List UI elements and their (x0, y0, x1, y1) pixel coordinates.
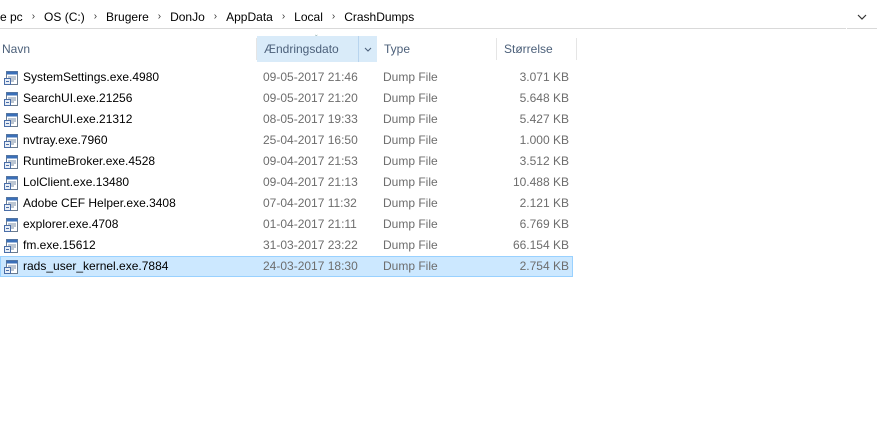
file-type: Dump File (383, 154, 438, 168)
file-name: RuntimeBroker.exe.4528 (23, 154, 156, 168)
chevron-down-icon (364, 47, 372, 52)
sort-ascending-icon: ˇ (315, 34, 318, 43)
dump-file-icon (4, 260, 18, 274)
file-size: 10.488 KB (512, 175, 569, 189)
file-row[interactable]: SearchUI.exe.21256 09-05-2017 21:20 Dump… (0, 88, 573, 109)
file-name: SearchUI.exe.21256 (23, 91, 133, 105)
file-size: 5.427 KB (519, 112, 569, 126)
column-filter-dropdown-button[interactable] (358, 36, 377, 62)
breadcrumb-separator-icon[interactable]: › (332, 11, 344, 22)
file-name: nvtray.exe.7960 (23, 133, 108, 147)
file-name: explorer.exe.4708 (23, 217, 119, 231)
file-row[interactable]: SearchUI.exe.21312 08-05-2017 19:33 Dump… (0, 109, 573, 130)
column-resize-handle[interactable] (576, 38, 577, 60)
file-type: Dump File (383, 91, 438, 105)
file-modified-date: 09-04-2017 21:53 (263, 154, 358, 168)
file-size: 3.512 KB (519, 154, 569, 168)
file-type: Dump File (383, 175, 438, 189)
dump-file-icon (4, 218, 18, 232)
file-modified-date: 31-03-2017 23:22 (263, 238, 358, 252)
file-modified-date: 09-05-2017 21:20 (263, 91, 358, 105)
file-type: Dump File (383, 196, 438, 210)
file-size: 2.121 KB (519, 196, 569, 210)
file-modified-date: 24-03-2017 18:30 (263, 259, 358, 273)
breadcrumb-item-crashdumps[interactable]: CrashDumps (344, 10, 423, 24)
file-size: 1.000 KB (519, 133, 569, 147)
file-modified-date: 01-04-2017 21:11 (263, 217, 357, 231)
file-size: 2.754 KB (519, 259, 569, 273)
file-row[interactable]: rads_user_kernel.exe.7884 24-03-2017 18:… (0, 256, 573, 277)
file-name: Adobe CEF Helper.exe.3408 (23, 196, 176, 210)
column-header-date[interactable]: ˇ Ændringsdato (257, 34, 377, 62)
dump-file-icon (4, 113, 18, 127)
file-modified-date: 09-05-2017 21:46 (263, 70, 358, 84)
file-row[interactable]: fm.exe.15612 31-03-2017 23:22 Dump File … (0, 235, 573, 256)
breadcrumb-separator-icon[interactable]: › (32, 11, 44, 22)
file-modified-date: 25-04-2017 16:50 (263, 133, 358, 147)
column-header-size-label: Størrelse (504, 42, 553, 56)
breadcrumb-item-os[interactable]: OS (C:) (44, 10, 94, 24)
file-name: SearchUI.exe.21312 (23, 112, 133, 126)
file-type: Dump File (383, 112, 438, 126)
file-list: SystemSettings.exe.4980 09-05-2017 21:46… (0, 67, 577, 277)
file-size: 6.769 KB (519, 217, 569, 231)
breadcrumb-item-local[interactable]: Local (294, 10, 332, 24)
file-modified-date: 07-04-2017 11:32 (263, 196, 357, 210)
column-header-date-label: Ændringsdato (264, 42, 339, 56)
breadcrumb: e pc › OS (C:) › Brugere › DonJo › AppDa… (0, 4, 845, 29)
file-row[interactable]: explorer.exe.4708 01-04-2017 21:11 Dump … (0, 214, 573, 235)
breadcrumb-separator-icon[interactable]: › (94, 11, 106, 22)
breadcrumb-separator-icon[interactable]: › (158, 11, 170, 22)
file-row[interactable]: RuntimeBroker.exe.4528 09-04-2017 21:53 … (0, 151, 573, 172)
file-row[interactable]: Adobe CEF Helper.exe.3408 07-04-2017 11:… (0, 193, 573, 214)
file-name: SystemSettings.exe.4980 (23, 70, 160, 84)
file-size: 66.154 KB (512, 238, 569, 252)
column-header-type[interactable]: Type (377, 36, 497, 62)
file-size: 5.648 KB (519, 91, 569, 105)
column-header-size[interactable]: Størrelse (497, 36, 577, 62)
breadcrumb-item-this-pc[interactable]: e pc (0, 10, 32, 24)
file-name: rads_user_kernel.exe.7884 (23, 259, 169, 273)
column-header-type-label: Type (384, 42, 411, 56)
breadcrumb-item-donjo[interactable]: DonJo (170, 10, 214, 24)
file-size: 3.071 KB (519, 70, 569, 84)
address-bar[interactable]: e pc › OS (C:) › Brugere › DonJo › AppDa… (0, 4, 877, 29)
column-header-name-label: Navn (2, 42, 31, 56)
file-type: Dump File (383, 259, 438, 273)
file-name: LolClient.exe.13480 (23, 175, 130, 189)
breadcrumb-separator-icon[interactable]: › (282, 11, 294, 22)
dump-file-icon (4, 239, 18, 253)
column-header-name[interactable]: Navn (0, 36, 257, 62)
file-row[interactable]: SystemSettings.exe.4980 09-05-2017 21:46… (0, 67, 573, 88)
file-row[interactable]: nvtray.exe.7960 25-04-2017 16:50 Dump Fi… (0, 130, 573, 151)
file-type: Dump File (383, 70, 438, 84)
breadcrumb-separator-icon[interactable]: › (214, 11, 226, 22)
breadcrumb-item-brugere[interactable]: Brugere (106, 10, 158, 24)
chevron-down-icon (857, 14, 867, 20)
dump-file-icon (4, 92, 18, 106)
breadcrumb-item-appdata[interactable]: AppData (226, 10, 282, 24)
dump-file-icon (4, 71, 18, 85)
dump-file-icon (4, 176, 18, 190)
file-type: Dump File (383, 217, 438, 231)
column-header-row: Navn ˇ Ændringsdato Type Størrelse (0, 34, 580, 62)
file-modified-date: 09-04-2017 21:13 (263, 175, 358, 189)
dump-file-icon (4, 155, 18, 169)
file-modified-date: 08-05-2017 19:33 (263, 112, 358, 126)
file-type: Dump File (383, 133, 438, 147)
dump-file-icon (4, 197, 18, 211)
file-type: Dump File (383, 238, 438, 252)
address-history-button[interactable] (846, 4, 877, 29)
file-name: fm.exe.15612 (23, 238, 96, 252)
dump-file-icon (4, 134, 18, 148)
file-row[interactable]: LolClient.exe.13480 09-04-2017 21:13 Dum… (0, 172, 573, 193)
